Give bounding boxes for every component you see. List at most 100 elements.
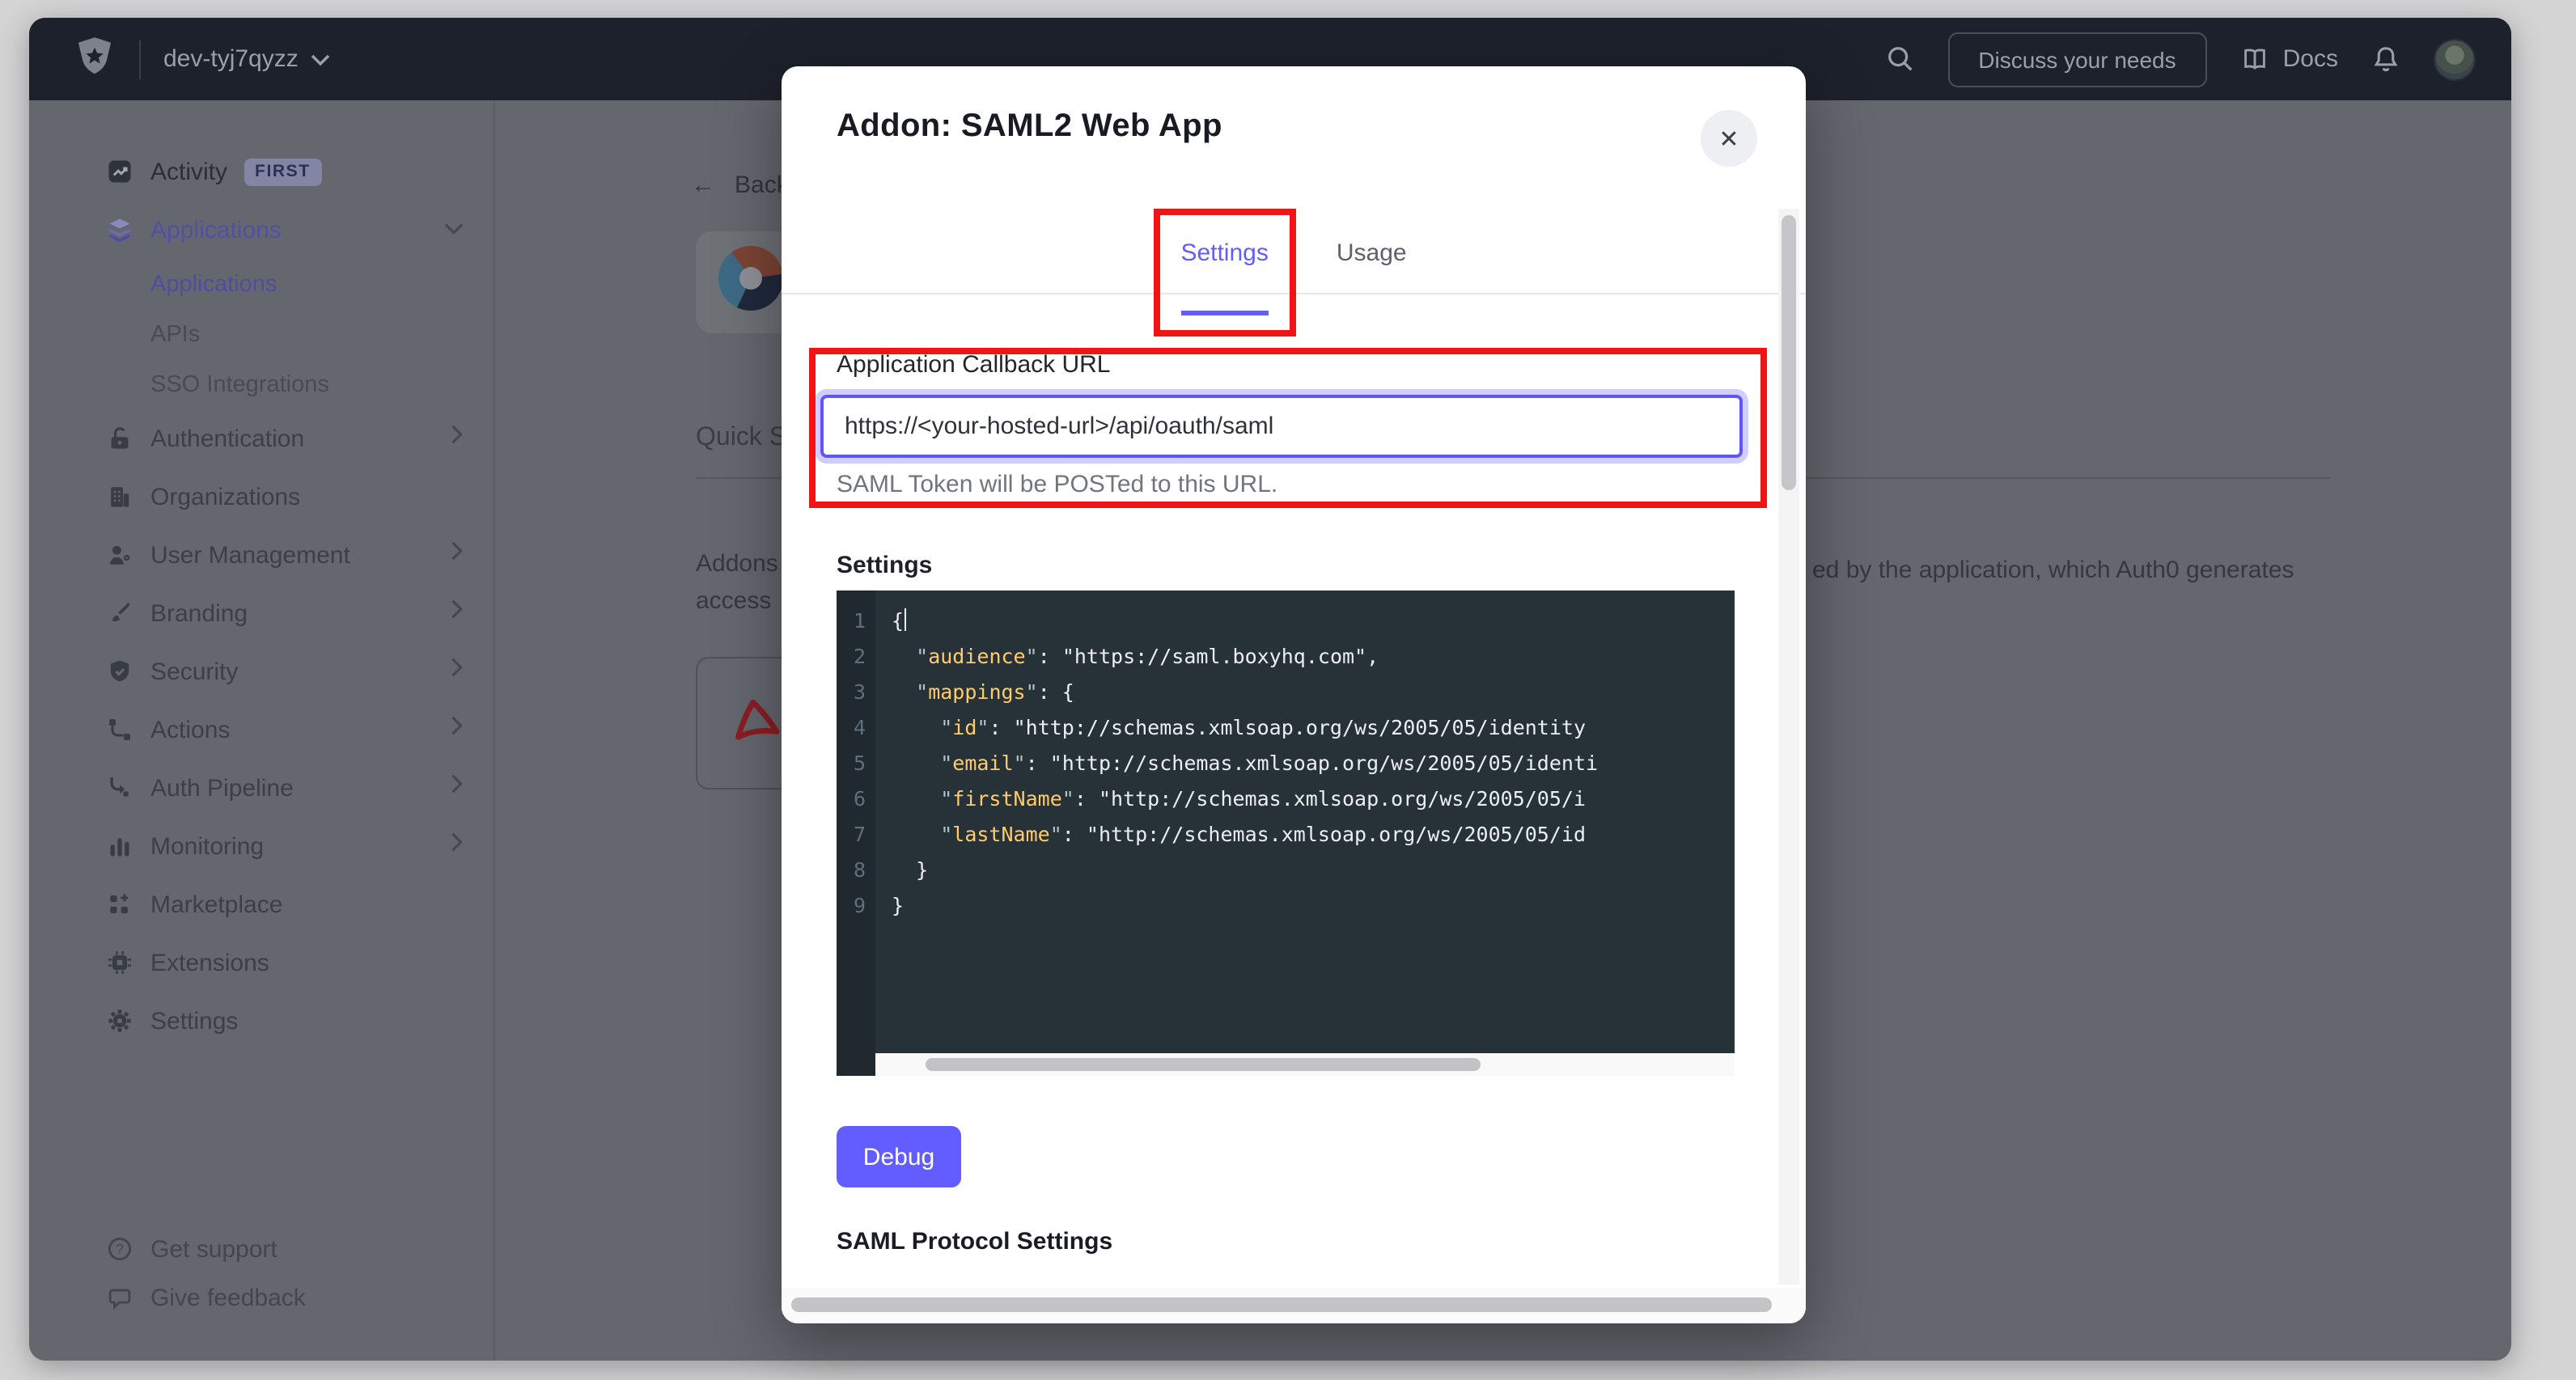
close-button[interactable]: ✕ <box>1701 110 1757 167</box>
saml-protocol-settings-heading: SAML Protocol Settings <box>837 1228 1112 1255</box>
sidebar-item-label: Get support <box>150 1235 278 1263</box>
sidebar-item-marketplace[interactable]: Marketplace <box>29 875 494 933</box>
sidebar-item-label: Organizations <box>150 483 300 510</box>
sidebar-item-label: Marketplace <box>150 891 282 918</box>
editor-horizontal-scrollbar[interactable] <box>875 1053 1735 1076</box>
sidebar-item-branding[interactable]: Branding <box>29 584 494 642</box>
sidebar: Activity FIRST Applications Applications API… <box>29 100 495 1361</box>
sidebar-item-user-management[interactable]: User Management <box>29 526 494 584</box>
user-gear-icon <box>105 540 134 569</box>
chat-bubble-icon <box>105 1283 134 1312</box>
chevron-right-icon <box>450 657 464 686</box>
chevron-right-icon <box>450 540 464 569</box>
arrow-left-icon: ← <box>691 171 715 199</box>
sidebar-item-label: Security <box>150 658 238 685</box>
topbar-divider <box>139 40 141 78</box>
auth0-logo-icon[interactable] <box>73 36 117 83</box>
sidebar-item-authentication[interactable]: Authentication <box>29 409 494 468</box>
code-line: "mappings": { <box>892 675 1735 710</box>
sidebar-subitem-sso-integrations[interactable]: SSO Integrations <box>29 359 494 409</box>
search-icon[interactable] <box>1884 44 1915 74</box>
user-avatar[interactable] <box>2434 38 2476 80</box>
sidebar-item-activity[interactable]: Activity FIRST <box>29 142 494 201</box>
chevron-down-icon <box>443 215 464 244</box>
sidebar-item-label: Actions <box>150 716 230 743</box>
annotation-box-settings-tab <box>1153 209 1295 337</box>
chevron-right-icon <box>450 424 464 453</box>
sidebar-item-label: Activity <box>150 158 227 185</box>
active-tab-underline <box>1180 311 1268 315</box>
building-icon <box>105 482 134 511</box>
layers-icon <box>105 215 134 244</box>
chevron-right-icon <box>450 773 464 802</box>
code-line: } <box>892 888 1735 924</box>
pipeline-icon <box>105 773 134 802</box>
sidebar-item-label: Applications <box>150 216 282 243</box>
gear-icon <box>105 1006 134 1035</box>
addons-description-right: ed by the application, which Auth0 gener… <box>1812 557 2294 584</box>
docs-label: Docs <box>2283 45 2338 73</box>
sidebar-item-actions[interactable]: Actions <box>29 701 494 759</box>
debug-button[interactable]: Debug <box>837 1126 961 1187</box>
bar-chart-icon <box>105 832 134 861</box>
sidebar-item-get-support[interactable]: ? Get support <box>29 1225 494 1273</box>
tab-usage[interactable]: Usage <box>1337 218 1407 293</box>
notifications-bell-icon[interactable] <box>2371 43 2401 75</box>
code-line: "firstName": "http://schemas.xmlsoap.org… <box>892 781 1735 817</box>
tab-settings[interactable]: Settings <box>1180 218 1268 293</box>
code-line: "lastName": "http://schemas.xmlsoap.org/… <box>892 817 1735 853</box>
sidebar-item-label: Extensions <box>150 949 269 976</box>
sidebar-item-monitoring[interactable]: Monitoring <box>29 817 494 875</box>
back-label: Back <box>735 171 789 199</box>
sidebar-item-label: Monitoring <box>150 832 264 860</box>
editor-code: { "audience": "https://saml.boxyhq.com",… <box>892 603 1735 924</box>
back-link[interactable]: ← Back <box>691 171 789 199</box>
settings-code-editor[interactable]: 123456789 { "audience": "https://saml.bo… <box>837 591 1735 1076</box>
sidebar-item-label: Branding <box>150 599 248 627</box>
help-circle-icon: ? <box>105 1234 134 1264</box>
modal-title: Addon: SAML2 Web App <box>837 108 1222 146</box>
discuss-your-needs-button[interactable]: Discuss your needs <box>1947 32 2206 87</box>
sidebar-subitem-apis[interactable]: APIs <box>29 309 494 359</box>
close-icon: ✕ <box>1718 124 1739 153</box>
sidebar-item-applications[interactable]: Applications <box>29 201 494 259</box>
sidebar-subitem-applications[interactable]: Applications <box>29 259 494 309</box>
lock-icon <box>105 424 134 453</box>
text-cursor <box>904 608 906 631</box>
sidebar-item-auth-pipeline[interactable]: Auth Pipeline <box>29 759 494 817</box>
modal-hscrollbar-thumb[interactable] <box>791 1297 1772 1312</box>
sidebar-item-security[interactable]: Security <box>29 642 494 701</box>
addon-saml2-modal: Addon: SAML2 Web App ✕ Settings Usage App… <box>782 66 1806 1323</box>
sidebar-subitem-label: Applications <box>150 271 277 297</box>
tab-label: Usage <box>1337 239 1407 267</box>
sidebar-item-label: Authentication <box>150 425 304 452</box>
modal-vertical-scrollbar[interactable] <box>1778 209 1799 1285</box>
sidebar-item-label: Auth Pipeline <box>150 774 294 802</box>
addons-description-left: Addons access <box>696 545 778 620</box>
sidebar-subitem-label: APIs <box>150 321 200 347</box>
screen: dev-tyj7qyzz Discuss your needs Docs <box>0 0 2576 1380</box>
tenant-switcher[interactable]: dev-tyj7qyzz <box>163 45 331 73</box>
tab-label: Settings <box>1180 239 1268 267</box>
sidebar-item-settings[interactable]: Settings <box>29 992 494 1050</box>
modal-vscrollbar-thumb[interactable] <box>1782 215 1796 490</box>
status-badge: FIRST <box>244 158 322 185</box>
chevron-right-icon <box>450 599 464 628</box>
callback-helper-text: SAML Token will be POSTed to this URL. <box>837 471 1277 498</box>
code-line: { <box>892 603 1735 639</box>
callback-url-label: Application Callback URL <box>837 351 1111 379</box>
chevron-right-icon <box>450 715 464 744</box>
sidebar-subitem-label: SSO Integrations <box>150 371 329 397</box>
editor-scrollbar-thumb[interactable] <box>926 1058 1481 1071</box>
modal-tabs: Settings Usage <box>782 218 1806 294</box>
code-line: "audience": "https://saml.boxyhq.com", <box>892 639 1735 675</box>
docs-link[interactable]: Docs <box>2239 44 2338 74</box>
callback-url-input[interactable] <box>820 395 1743 458</box>
svg-text:?: ? <box>116 1242 124 1257</box>
sidebar-item-extensions[interactable]: Extensions <box>29 933 494 992</box>
sidebar-item-organizations[interactable]: Organizations <box>29 468 494 526</box>
chevron-right-icon <box>450 832 464 861</box>
tenant-name: dev-tyj7qyzz <box>163 45 299 73</box>
modal-horizontal-scrollbar[interactable] <box>782 1288 1806 1323</box>
sidebar-item-give-feedback[interactable]: Give feedback <box>29 1273 494 1322</box>
